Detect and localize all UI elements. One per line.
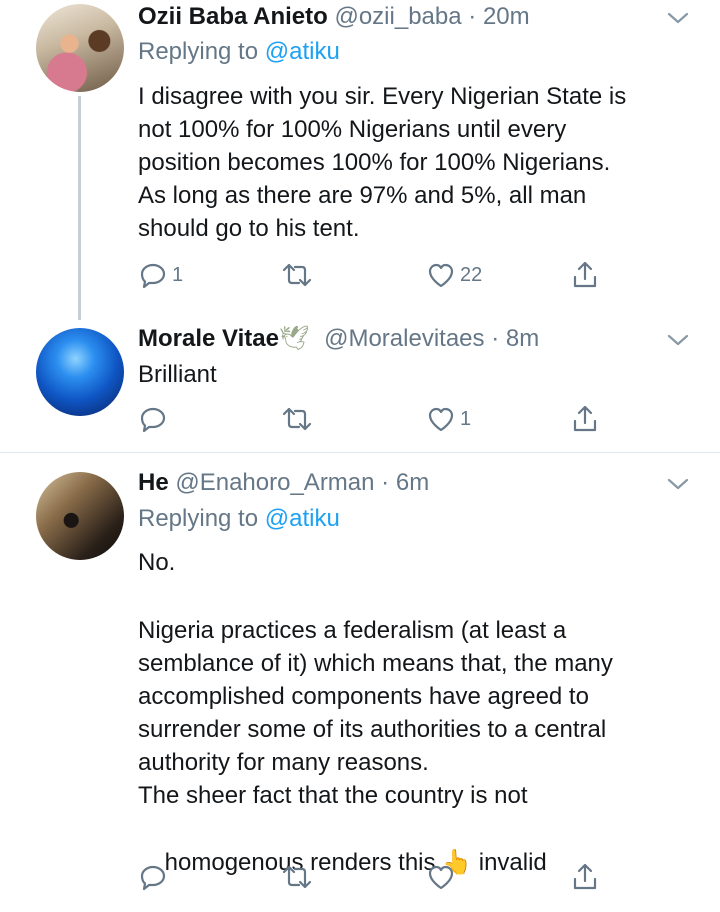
thread-line — [78, 96, 81, 320]
share-icon — [573, 405, 597, 432]
tweet-header: Morale Vitae🕊 @Moralevitaes · 8m — [138, 324, 539, 354]
reply-button[interactable] — [138, 860, 172, 894]
tweet-header: Ozii Baba Anieto @ozii_baba · 20m — [138, 2, 530, 32]
retweet-button[interactable] — [280, 860, 318, 894]
tweet-text: I disagree with you sir. Every Nigerian … — [138, 83, 627, 242]
separator-dot: · — [491, 325, 500, 352]
like-button[interactable]: 1 — [426, 402, 471, 436]
tweet-header: He @Enahoro_Arman · 6m — [138, 468, 429, 498]
user-handle[interactable]: @ozii_baba — [334, 3, 461, 30]
like-button[interactable]: 22 — [426, 258, 482, 292]
mention-link[interactable]: @atiku — [265, 505, 340, 532]
reply-icon — [140, 263, 166, 289]
separator-dot: · — [381, 469, 390, 496]
tweet-text-intro: No. — [138, 549, 176, 576]
replying-to-label: Replying to — [138, 505, 259, 532]
dove-emoji: 🕊 — [278, 325, 310, 352]
timestamp[interactable]: 6m — [396, 469, 429, 496]
reply-button[interactable]: 1 — [138, 258, 183, 292]
timestamp[interactable]: 20m — [483, 3, 530, 30]
reply-button[interactable] — [138, 402, 172, 436]
timestamp[interactable]: 8m — [506, 325, 539, 352]
retweet-button[interactable] — [280, 402, 318, 436]
tweet-text: Nigeria practices a federalism (at least… — [138, 617, 613, 809]
like-count: 1 — [460, 407, 472, 430]
replying-to: Replying to @atiku — [138, 504, 340, 534]
reply-icon — [140, 407, 166, 433]
heart-icon — [428, 263, 454, 288]
replying-to: Replying to @atiku — [138, 37, 340, 67]
heart-icon — [428, 407, 454, 432]
retweet-icon — [282, 407, 312, 431]
share-button[interactable] — [570, 258, 600, 292]
separator-dot: · — [468, 3, 477, 30]
user-handle[interactable]: @Enahoro_Arman — [175, 469, 374, 496]
action-bar — [138, 860, 608, 894]
retweet-icon — [282, 263, 312, 287]
like-count: 22 — [460, 263, 483, 286]
retweet-icon — [282, 865, 312, 889]
share-icon — [573, 863, 597, 890]
action-bar: 1 22 — [138, 258, 608, 292]
divider — [0, 452, 720, 453]
action-bar: 1 — [138, 402, 608, 436]
share-button[interactable] — [570, 860, 600, 894]
heart-icon — [428, 865, 454, 890]
display-name[interactable]: He — [138, 469, 169, 496]
chevron-down-icon[interactable] — [664, 474, 692, 494]
replying-to-label: Replying to — [138, 38, 259, 65]
user-handle[interactable]: @Moralevitaes — [324, 325, 484, 352]
chevron-down-icon[interactable] — [664, 330, 692, 350]
mention-link[interactable]: @atiku — [265, 38, 340, 65]
share-button[interactable] — [570, 402, 600, 436]
tweet-text: Brilliant — [138, 361, 217, 388]
like-button[interactable] — [426, 860, 460, 894]
avatar[interactable] — [36, 4, 124, 92]
chevron-down-icon[interactable] — [664, 8, 692, 28]
avatar[interactable] — [36, 328, 124, 416]
avatar[interactable] — [36, 472, 124, 560]
display-name[interactable]: Ozii Baba Anieto — [138, 3, 328, 30]
display-name[interactable]: Morale Vitae — [138, 325, 279, 352]
reply-icon — [140, 865, 166, 891]
share-icon — [573, 261, 597, 288]
reply-count: 1 — [172, 263, 184, 286]
retweet-button[interactable] — [280, 258, 318, 292]
